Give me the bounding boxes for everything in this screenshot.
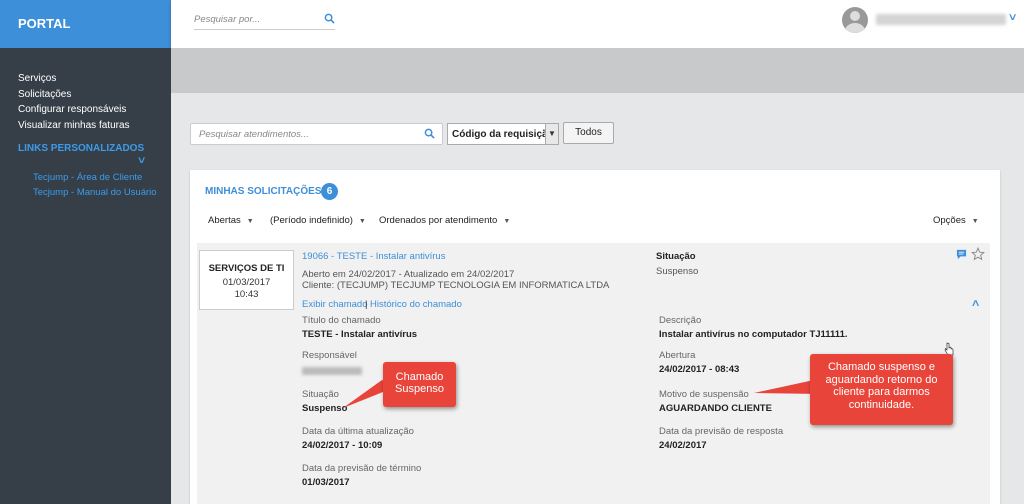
- suspension-reason-label: Motivo de suspensão: [659, 389, 749, 400]
- opening-label: Abertura: [659, 350, 696, 361]
- situation-status: Suspenso: [656, 266, 699, 277]
- link-manual-usuario[interactable]: Tecjump - Manual do Usuário: [0, 185, 171, 201]
- caret-down-icon: ▼: [503, 218, 511, 225]
- description-value: Instalar antivírus no computador TJ11111…: [659, 329, 848, 340]
- opening-value: 24/02/2017 - 08:43: [659, 364, 740, 375]
- options-dropdown[interactable]: Opções ▼: [933, 215, 979, 226]
- ticket-client: Cliente: (TECJUMP) TECJUMP TECNOLOGIA EM…: [302, 280, 610, 291]
- callout-suspended: Chamado Suspenso: [383, 362, 456, 407]
- star-icon[interactable]: [971, 246, 985, 264]
- sidebar-nav: Serviços Solicitações Configurar respons…: [0, 48, 171, 134]
- service-name: SERVIÇOS DE TI: [208, 263, 285, 274]
- count-badge: 6: [321, 183, 338, 200]
- search-icon[interactable]: [424, 128, 435, 142]
- response-forecast-label: Data da previsão de resposta: [659, 426, 784, 437]
- caret-down-icon: ▼: [358, 218, 366, 225]
- brand-title[interactable]: PORTAL: [0, 0, 171, 48]
- service-date: 01/03/2017: [222, 277, 271, 288]
- sidebar-item-faturas[interactable]: Visualizar minhas faturas: [0, 118, 171, 134]
- page-banner: [171, 48, 1024, 93]
- panel-title: MINHAS SOLICITAÇÕES: [205, 186, 322, 197]
- view-ticket-link[interactable]: Exibir chamado: [302, 299, 367, 310]
- ticket-history-link[interactable]: Histórico do chamado: [370, 299, 462, 310]
- links-section-title[interactable]: LINKS PERSONALIZADOS: [0, 143, 171, 154]
- detail-situation-label: Situação: [302, 389, 339, 400]
- select-value: Código da requisição: [452, 129, 554, 140]
- sidebar: PORTAL Serviços Solicitações Configurar …: [0, 0, 171, 504]
- tickets-search-input[interactable]: Pesquisar atendimentos...: [190, 123, 443, 145]
- end-forecast-label: Data da previsão de término: [302, 463, 422, 474]
- header-search-field[interactable]: Pesquisar por...: [194, 12, 335, 30]
- callout-awaiting-client: Chamado suspenso e aguardando retorno do…: [810, 354, 953, 425]
- status-filter-dropdown[interactable]: Abertas ▼: [208, 215, 254, 226]
- search-icon[interactable]: [324, 13, 335, 27]
- service-time: 10:43: [234, 289, 259, 300]
- link-area-cliente[interactable]: Tecjump - Área de Cliente: [0, 170, 171, 186]
- chevron-down-icon[interactable]: ▼: [545, 124, 558, 144]
- ticket-title-value: TESTE - Instalar antivírus: [302, 329, 418, 340]
- situation-heading: Situação: [656, 251, 696, 262]
- ticket-dates: Aberto em 24/02/2017 - Atualizado em 24/…: [302, 269, 515, 280]
- user-name-blurred[interactable]: [876, 14, 1006, 25]
- service-box: SERVIÇOS DE TI 01/03/2017 10:43: [199, 250, 294, 310]
- header-search-placeholder: Pesquisar por...: [194, 14, 261, 25]
- chevron-down-icon[interactable]: ∨: [1008, 12, 1018, 23]
- chat-icon[interactable]: [956, 249, 967, 263]
- top-header: Pesquisar por... ∨: [171, 0, 1024, 48]
- caret-down-icon: ▼: [246, 218, 254, 225]
- last-update-label: Data da última atualização: [302, 426, 414, 437]
- tickets-search-placeholder: Pesquisar atendimentos...: [199, 129, 309, 140]
- ticket-title-label: Título do chamado: [302, 315, 381, 326]
- responsible-label: Responsável: [302, 350, 357, 361]
- sidebar-item-configurar-responsaveis[interactable]: Configurar responsáveis: [0, 102, 171, 118]
- chevron-down-icon[interactable]: ∨: [137, 155, 147, 166]
- order-filter-dropdown[interactable]: Ordenados por atendimento ▼: [379, 215, 510, 226]
- responsible-value-blurred: [302, 367, 362, 375]
- description-label: Descrição: [659, 315, 702, 326]
- todos-button[interactable]: Todos: [563, 122, 614, 144]
- sidebar-item-servicos[interactable]: Serviços: [0, 71, 171, 87]
- search-field-select[interactable]: Código da requisição ▼: [447, 123, 559, 145]
- response-forecast-value: 24/02/2017: [659, 440, 707, 451]
- link-separator: |: [365, 299, 368, 310]
- end-forecast-value: 01/03/2017: [302, 477, 350, 488]
- period-filter-dropdown[interactable]: (Período indefinido) ▼: [270, 215, 366, 226]
- requests-panel: MINHAS SOLICITAÇÕES 6 Abertas ▼ (Período …: [190, 170, 1000, 504]
- sidebar-item-solicitacoes[interactable]: Solicitações: [0, 87, 171, 103]
- chevron-up-icon[interactable]: ∧: [971, 298, 981, 309]
- ticket-title-link[interactable]: 19066 - TESTE - Instalar antivírus: [302, 251, 445, 262]
- user-avatar-icon[interactable]: [842, 7, 868, 33]
- last-update-value: 24/02/2017 - 10:09: [302, 440, 383, 451]
- caret-down-icon: ▼: [971, 218, 979, 225]
